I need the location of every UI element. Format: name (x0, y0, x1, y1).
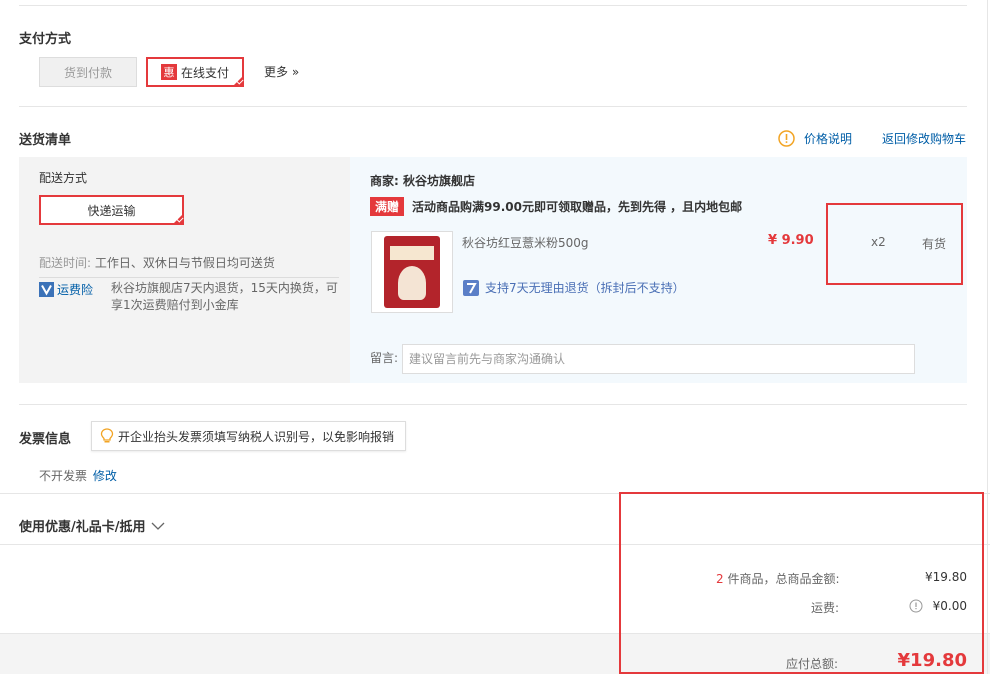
promo-text: 活动商品购满99.00元即可领取赠品，先到先得 ，且内地包邮 (412, 200, 743, 214)
shipping-insurance-label: 运费险 (57, 283, 94, 297)
warning-circle-icon (778, 130, 795, 147)
top-divider (19, 5, 967, 6)
online-payment-label: 在线支付 (180, 65, 229, 80)
back-to-cart-link[interactable]: 返回修改购物车 (882, 130, 966, 147)
seven-day-return-icon (463, 279, 479, 296)
payment-section-title: 支付方式 (19, 32, 72, 47)
delivery-time: 配送时间: 工作日、双休日与节假日均可送货 (39, 254, 275, 271)
express-shipping-label: 快递运输 (87, 203, 136, 218)
online-payment-button[interactable]: 惠 在线支付 (146, 57, 244, 87)
delivery-divider (19, 404, 967, 405)
return-policy-text: 支持7天无理由退货（拆封后不支持） (485, 281, 685, 295)
product-image[interactable] (371, 231, 453, 313)
return-policy: 支持7天无理由退货（拆封后不支持） (463, 279, 685, 296)
invoice-section-title: 发票信息 (19, 432, 72, 447)
payment-divider (19, 106, 967, 107)
delivery-time-label: 配送时间: (39, 256, 92, 270)
product-price: ¥ 9.90 (768, 233, 814, 248)
quantity-highlight-box (826, 203, 963, 285)
price-note-link[interactable]: 价格说明 (778, 130, 852, 147)
shipping-divider (39, 277, 339, 278)
shipping-method-title: 配送方式 (39, 171, 88, 185)
promo-tag: 满赠 (370, 197, 405, 216)
coupon-section-title: 使用优惠/礼品卡/抵用 (19, 520, 146, 535)
cod-payment-button[interactable]: 货到付款 (39, 57, 137, 87)
shipping-insurance-link[interactable]: 运费险 (39, 281, 93, 298)
shop-info: 商家: 秋谷坊旗舰店 (370, 172, 475, 189)
shield-icon (39, 282, 54, 297)
shop-label: 商家: (370, 174, 399, 188)
product-can-graphic (384, 236, 440, 308)
right-edge-divider (987, 0, 988, 674)
product-name-link[interactable]: 秋谷坊红豆薏米粉500g (462, 234, 589, 251)
selected-check-icon (232, 75, 244, 87)
delivery-time-value: 工作日、双休日与节假日均可送货 (94, 256, 275, 270)
summary-highlight-box (619, 492, 984, 674)
remark-input[interactable] (402, 344, 915, 374)
invoice-tip: 开企业抬头发票须填写纳税人识别号，以免影响报销 (91, 421, 406, 451)
delivery-list-title: 送货清单 (19, 133, 72, 148)
chevron-down-icon (151, 522, 164, 530)
coupon-toggle[interactable]: 使用优惠/礼品卡/抵用 (19, 516, 165, 535)
promo-row: 满赠 活动商品购满99.00元即可领取赠品，先到先得 ，且内地包邮 (370, 197, 742, 216)
lightbulb-icon (100, 428, 114, 443)
shop-name[interactable]: 秋谷坊旗舰店 (403, 174, 475, 188)
invoice-tip-text: 开企业抬头发票须填写纳税人识别号，以免影响报销 (118, 429, 395, 444)
invoice-value-row: 不开发票 修改 (39, 467, 117, 484)
discount-badge-icon: 惠 (160, 64, 177, 80)
invoice-edit-link[interactable]: 修改 (93, 469, 117, 483)
more-payment-link[interactable]: 更多 » (264, 63, 299, 80)
express-shipping-button[interactable]: 快递运输 (39, 195, 184, 225)
selected-check-icon (172, 213, 184, 225)
shipping-insurance-description: 秋谷坊旗舰店7天内退货，15天内换货，可享1次运费赔付到小金库 (111, 281, 338, 312)
cod-payment-label: 货到付款 (63, 65, 112, 80)
price-note-label: 价格说明 (804, 132, 853, 146)
invoice-value: 不开发票 (39, 469, 88, 483)
remark-label: 留言: (370, 351, 399, 365)
